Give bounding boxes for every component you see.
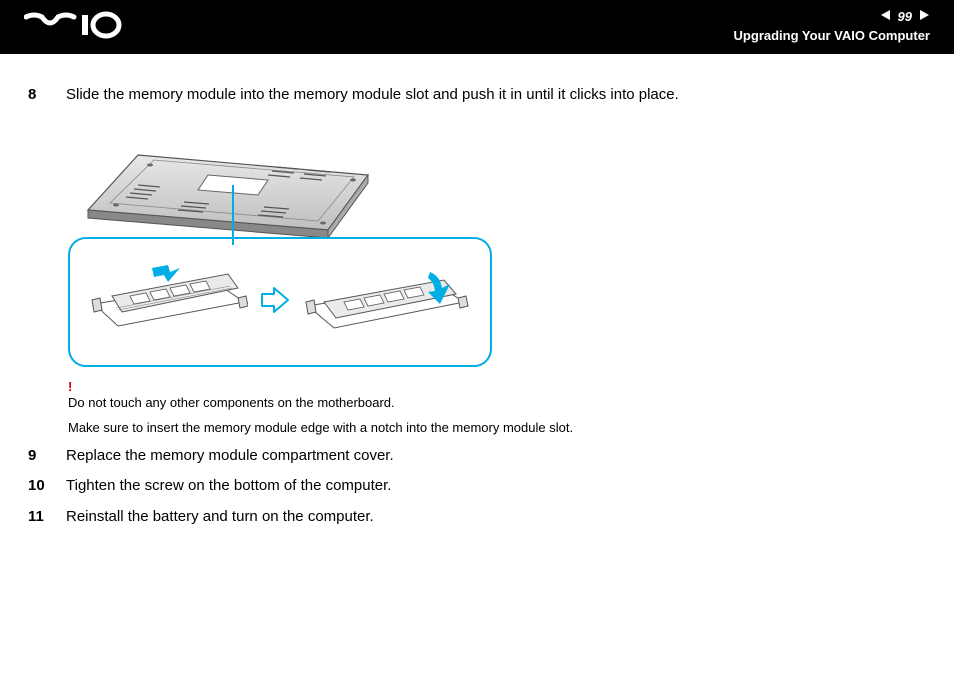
warning-line-1: Do not touch any other components on the…: [68, 395, 926, 410]
page-nav: 99: [734, 9, 930, 26]
header-bar: 99 Upgrading Your VAIO Computer: [0, 0, 954, 54]
vaio-logo-svg: [24, 11, 134, 39]
vaio-logo: [24, 11, 134, 44]
header-section-title: Upgrading Your VAIO Computer: [734, 28, 930, 45]
step-8-number: 8: [28, 84, 52, 107]
step-9-text: Replace the memory module compartment co…: [66, 445, 926, 468]
nav-next-icon[interactable]: [918, 9, 930, 25]
warning-line-2: Make sure to insert the memory module ed…: [68, 420, 926, 435]
step-9-number: 9: [28, 445, 52, 468]
sequence-arrow-icon: [260, 285, 290, 319]
step-10-text: Tighten the screw on the bottom of the c…: [66, 475, 926, 498]
step-8: 8 Slide the memory module into the memor…: [28, 84, 926, 107]
figure-block: [68, 115, 926, 367]
slide-arrow-icon: [152, 265, 180, 282]
step-11-text: Reinstall the battery and turn on the co…: [66, 506, 926, 529]
step-8-text: Slide the memory module into the memory …: [66, 84, 926, 107]
step-11: 11 Reinstall the battery and turn on the…: [28, 506, 926, 529]
page-root: 99 Upgrading Your VAIO Computer 8 Slide …: [0, 0, 954, 674]
memory-slot-detail-box: [68, 237, 492, 367]
laptop-bottom-illustration: [68, 115, 378, 245]
header-right: 99 Upgrading Your VAIO Computer: [734, 9, 930, 45]
step-11-number: 11: [28, 506, 52, 529]
nav-prev-icon[interactable]: [880, 9, 892, 25]
ram-push-illustration: [302, 254, 472, 349]
warning-mark-icon: !: [68, 379, 926, 394]
content-area: 8 Slide the memory module into the memor…: [0, 54, 954, 528]
step-9: 9 Replace the memory module compartment …: [28, 445, 926, 468]
warning-block: ! Do not touch any other components on t…: [68, 379, 926, 435]
step-10: 10 Tighten the screw on the bottom of th…: [28, 475, 926, 498]
step-10-number: 10: [28, 475, 52, 498]
ram-slide-illustration: [88, 254, 248, 349]
page-number: 99: [898, 9, 912, 26]
